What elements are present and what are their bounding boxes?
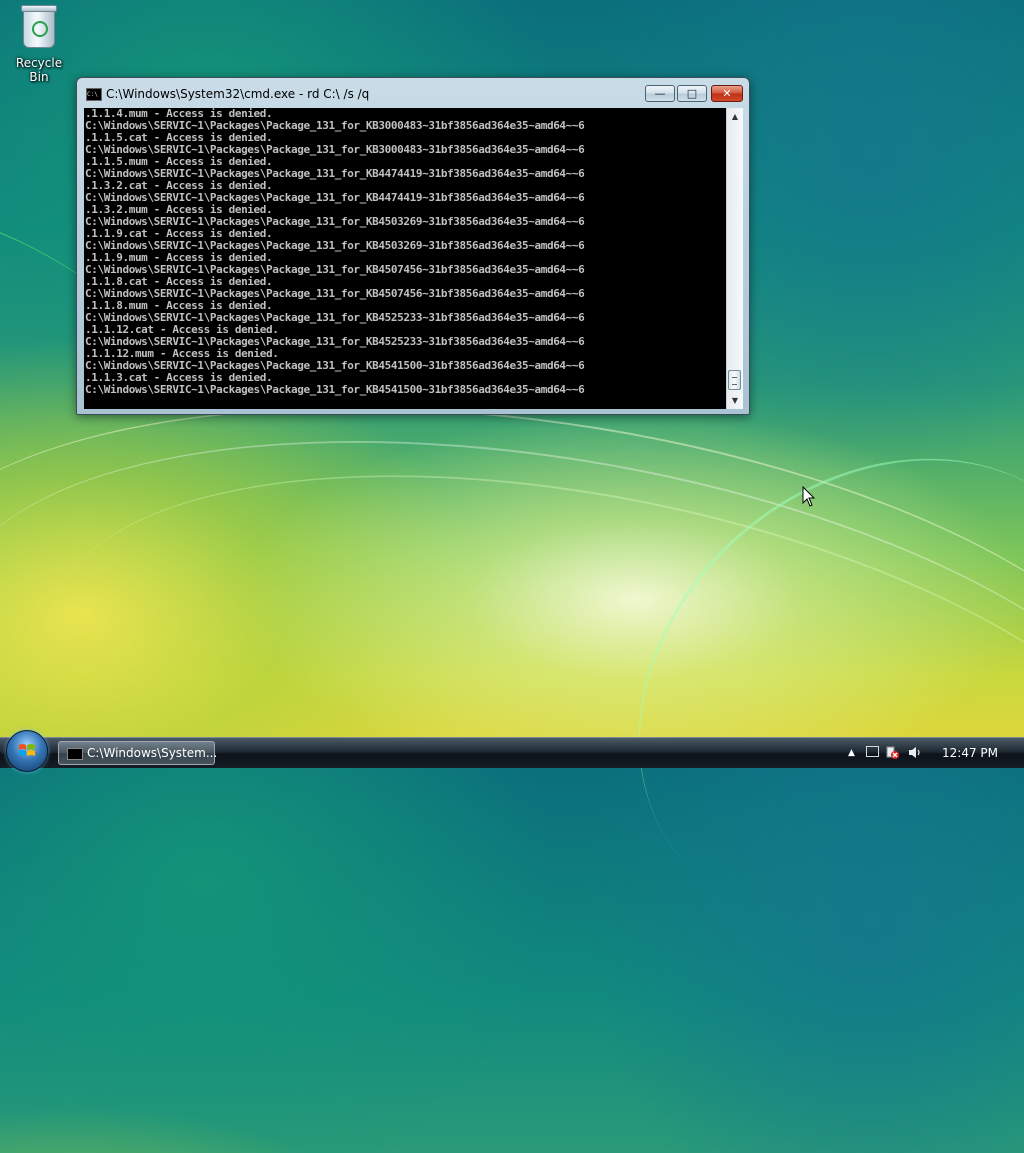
- console-line: .1.1.12.cat - Access is denied.: [85, 324, 279, 336]
- recycle-bin-label: Recycle Bin: [15, 56, 63, 84]
- console-app-icon: [67, 748, 83, 760]
- console-line: .1.1.9.mum - Access is denied.: [85, 252, 273, 264]
- scroll-thumb[interactable]: [728, 370, 741, 390]
- recycle-bin-icon: [21, 5, 57, 48]
- security-alert-icon[interactable]: [886, 746, 899, 759]
- console-area[interactable]: .1.1.4.mum - Access is denied. C:\Windows…: [84, 108, 726, 409]
- console-line: C:\Windows\SERVIC~1\Packages\Package_131…: [85, 120, 585, 132]
- console-line: C:\Windows\SERVIC~1\Packages\Package_131…: [85, 312, 585, 324]
- window-title: C:\Windows\System32\cmd.exe - rd C:\ /s …: [106, 87, 370, 101]
- close-button[interactable]: ✕: [711, 85, 743, 102]
- console-line: .1.1.12.mum - Access is denied.: [85, 348, 279, 360]
- console-line: C:\Windows\SERVIC~1\Packages\Package_131…: [85, 288, 585, 300]
- console-line: C:\Windows\SERVIC~1\Packages\Package_131…: [85, 384, 585, 396]
- windows-logo-icon: [19, 744, 35, 756]
- maximize-button[interactable]: □: [677, 85, 707, 102]
- console-line: .1.1.8.mum - Access is denied.: [85, 300, 273, 312]
- console-line: C:\Windows\SERVIC~1\Packages\Package_131…: [85, 336, 585, 348]
- start-button[interactable]: [6, 730, 48, 772]
- wallpaper-swoosh: [0, 355, 1024, 1067]
- vertical-scrollbar[interactable]: ▲ ▼: [726, 108, 743, 409]
- console-line: .1.3.2.cat - Access is denied.: [85, 180, 273, 192]
- console-line: C:\Windows\SERVIC~1\Packages\Package_131…: [85, 144, 585, 156]
- console-line: .1.1.9.cat - Access is denied.: [85, 228, 273, 240]
- console-output: .1.1.4.mum - Access is denied. C:\Windows…: [84, 108, 726, 396]
- console-line: .1.1.5.cat - Access is denied.: [85, 132, 273, 144]
- cmd-window[interactable]: C:\ C:\Windows\System32\cmd.exe - rd C:\…: [76, 77, 750, 415]
- mouse-pointer-icon: [802, 486, 816, 507]
- console-line: .1.1.8.cat - Access is denied.: [85, 276, 273, 288]
- console-line: C:\Windows\SERVIC~1\Packages\Package_131…: [85, 240, 585, 252]
- title-bar[interactable]: C:\ C:\Windows\System32\cmd.exe - rd C:\…: [77, 78, 749, 108]
- minimize-button[interactable]: —: [645, 85, 675, 102]
- console-app-icon[interactable]: C:\: [86, 88, 102, 101]
- taskbar-item-cmd[interactable]: C:\Windows\System...: [58, 741, 218, 765]
- taskbar-item-label: C:\Windows\System...: [87, 746, 218, 760]
- network-icon[interactable]: [866, 746, 879, 757]
- wallpaper-swoosh: [4, 385, 1024, 1077]
- scroll-up-icon[interactable]: ▲: [727, 108, 743, 125]
- console-line: .1.1.4.mum - Access is denied.: [85, 108, 273, 120]
- wallpaper-swoosh: [544, 362, 1024, 1021]
- console-line: .1.3.2.mum - Access is denied.: [85, 204, 273, 216]
- console-line: .1.1.5.mum - Access is denied.: [85, 156, 273, 168]
- console-line: C:\Windows\SERVIC~1\Packages\Package_131…: [85, 168, 585, 180]
- console-line: C:\Windows\SERVIC~1\Packages\Package_131…: [85, 216, 585, 228]
- volume-icon[interactable]: [908, 746, 922, 759]
- console-line: C:\Windows\SERVIC~1\Packages\Package_131…: [85, 264, 585, 276]
- show-hidden-icons-icon[interactable]: ▲: [848, 748, 855, 758]
- console-line: C:\Windows\SERVIC~1\Packages\Package_131…: [85, 192, 585, 204]
- wallpaper-swoosh: [0, 332, 1024, 1030]
- system-tray: ▲ 12:47 PM: [834, 738, 1024, 768]
- console-line: C:\Windows\SERVIC~1\Packages\Package_131…: [85, 360, 585, 372]
- clock[interactable]: 12:47 PM: [942, 746, 998, 760]
- desktop-icon-recycle-bin[interactable]: Recycle Bin: [6, 5, 72, 84]
- console-line: .1.1.3.cat - Access is denied.: [85, 372, 273, 384]
- taskbar: C:\Windows\System... ▲ 12:47 PM: [0, 730, 1024, 772]
- scroll-down-icon[interactable]: ▼: [727, 392, 743, 409]
